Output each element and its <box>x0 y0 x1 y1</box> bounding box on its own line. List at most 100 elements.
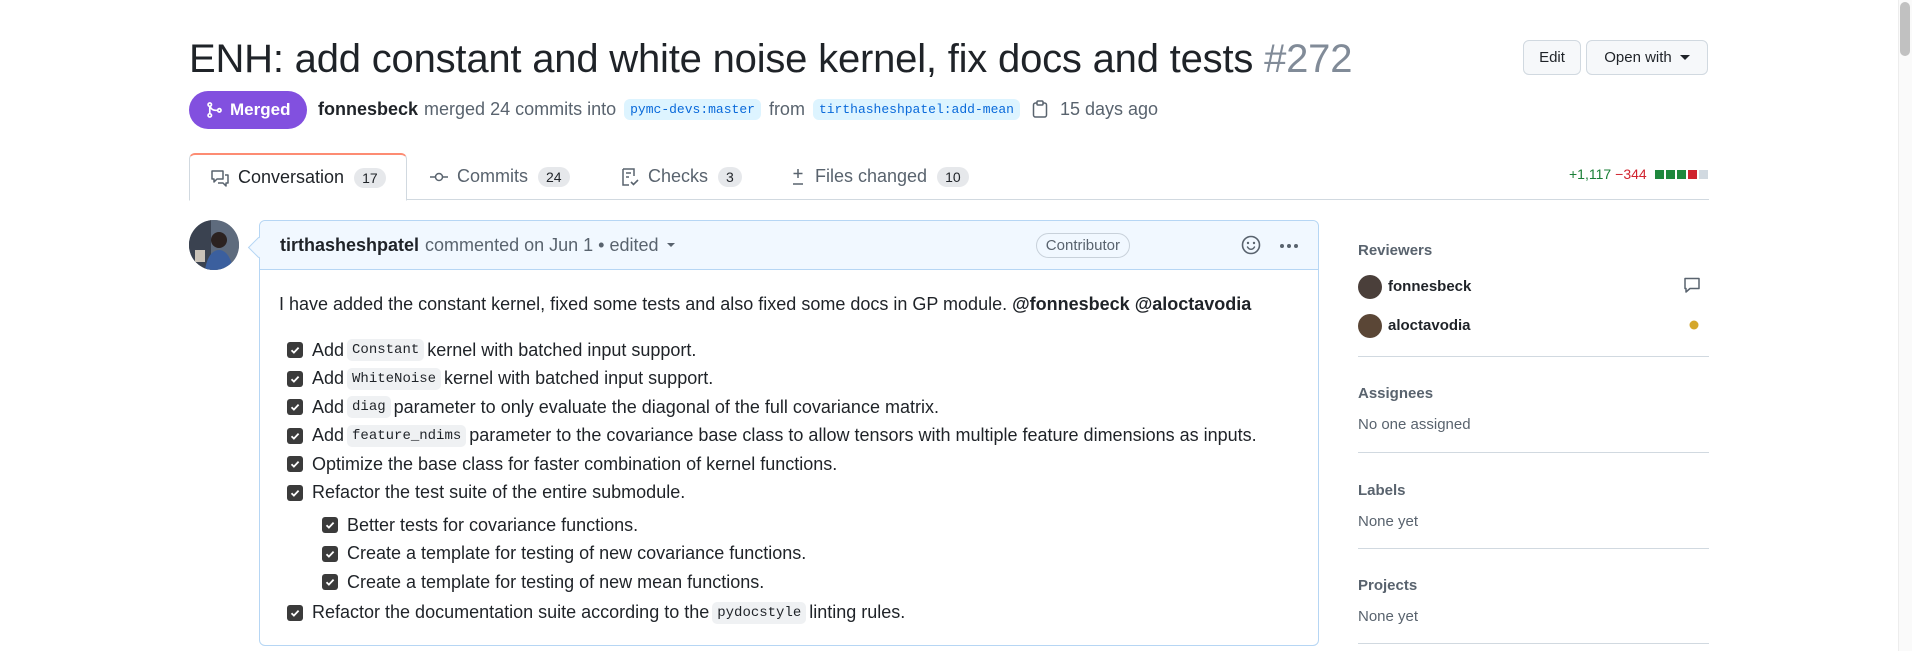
copy-icon[interactable] <box>1032 100 1048 118</box>
subtask-item: Create a template for testing of new cov… <box>279 540 1299 569</box>
comment-discussion-icon <box>211 169 229 187</box>
comment-author-link[interactable]: tirthasheshpatel <box>280 235 419 256</box>
tab-conversation[interactable]: Conversation 17 <box>189 153 407 201</box>
reviewers-section: Reviewers fonnesbeck aloctavodia <box>1358 230 1709 357</box>
diffstat-block <box>1676 169 1686 179</box>
scrollbar-thumb[interactable] <box>1900 2 1910 56</box>
mention-link[interactable]: @aloctavodia <box>1135 294 1252 314</box>
subtask-group: Better tests for covariance functions. C… <box>279 511 1299 597</box>
task-code: feature_ndims <box>347 424 467 447</box>
diffstat: +1,117 −344 <box>1569 166 1708 182</box>
comment-action[interactable]: commented on Jun 1 • edited <box>425 235 658 256</box>
checkbox-checked[interactable] <box>287 604 303 621</box>
checkbox-checked[interactable] <box>322 545 338 562</box>
checkbox-checked[interactable] <box>287 427 303 444</box>
task-list: Add Constant kernel with batched input s… <box>279 336 1299 627</box>
pr-meta: fonnesbeck merged 24 commits into pymc-d… <box>318 96 1158 122</box>
git-commit-icon <box>430 172 448 181</box>
merger-link[interactable]: fonnesbeck <box>318 99 418 120</box>
task-text: Refactor the test suite of the entire su… <box>312 482 686 503</box>
tab-files-changed[interactable]: Files changed 10 <box>789 153 969 200</box>
projects-heading[interactable]: Projects <box>1358 577 1709 594</box>
assignees-section: Assignees No one assigned <box>1358 357 1709 453</box>
checkbox-checked[interactable] <box>322 517 338 534</box>
kebab-horizontal-icon[interactable] <box>1278 235 1300 262</box>
checklist-icon <box>622 167 639 186</box>
task-code: diag <box>347 396 391 419</box>
tab-files-count: 10 <box>937 166 969 187</box>
file-diff-icon <box>793 168 803 185</box>
task-item: Add WhiteNoise kernel with batched input… <box>279 365 1299 394</box>
checkbox-checked[interactable] <box>322 574 338 591</box>
task-text: parameter to only evaluate the diagonal … <box>393 396 939 417</box>
reviewer-row[interactable]: fonnesbeck <box>1358 267 1709 306</box>
pr-tabs: Conversation 17 Commits 24 Checks 3 File… <box>189 153 1709 201</box>
smiley-icon[interactable] <box>1240 234 1262 261</box>
pr-number: #272 <box>1264 37 1353 81</box>
mention-link[interactable]: @fonnesbeck <box>1012 294 1130 314</box>
checkbox-checked[interactable] <box>287 484 303 501</box>
pr-description-comment: tirthasheshpatel commented on Jun 1 • ed… <box>259 220 1319 646</box>
comment-body: I have added the constant kernel, fixed … <box>260 270 1318 627</box>
task-text: Add <box>312 339 345 360</box>
merge-time: 15 days ago <box>1059 98 1159 119</box>
avatar <box>1358 274 1382 299</box>
checkbox-checked[interactable] <box>287 456 303 473</box>
tab-checks[interactable]: Checks 3 <box>620 153 742 200</box>
tab-conversation-label: Conversation <box>238 167 345 187</box>
projects-section: Projects None yet <box>1358 549 1709 644</box>
task-code: Constant <box>347 339 425 362</box>
checkbox-checked[interactable] <box>287 342 303 359</box>
edit-button[interactable]: Edit <box>1523 40 1581 75</box>
comment-author-avatar[interactable] <box>189 220 239 270</box>
subtask-item: Better tests for covariance functions. <box>279 511 1299 540</box>
task-text: Add <box>312 425 345 446</box>
comment-icon <box>1683 276 1701 298</box>
task-code: pydocstyle <box>712 601 807 624</box>
assignees-heading[interactable]: Assignees <box>1358 385 1709 402</box>
edit-button-label: Edit <box>1539 49 1565 66</box>
base-branch[interactable]: pymc-devs:master <box>624 98 761 120</box>
task-text: Optimize the base class for faster combi… <box>312 453 838 474</box>
tab-commits-count: 24 <box>538 166 570 187</box>
tab-commits[interactable]: Commits 24 <box>429 153 570 200</box>
comment-header: tirthasheshpatel commented on Jun 1 • ed… <box>260 221 1318 270</box>
checkbox-checked[interactable] <box>287 399 303 416</box>
reviewer-name: fonnesbeck <box>1388 278 1472 295</box>
subtask-text: Better tests for covariance functions. <box>347 514 639 535</box>
labels-section: Labels None yet <box>1358 453 1709 549</box>
tab-files-label: Files changed <box>815 166 928 186</box>
page-scrollbar[interactable] <box>1898 0 1912 651</box>
tab-conversation-count: 17 <box>354 167 386 188</box>
pending-review-dot-icon <box>1689 317 1699 334</box>
task-text: Add <box>312 368 345 389</box>
pr-title: ENH: add constant and white noise kernel… <box>189 33 1352 85</box>
task-item: Add feature_ndims parameter to the covar… <box>279 422 1299 451</box>
task-text: kernel with batched input support. <box>444 368 714 389</box>
task-item: Add Constant kernel with batched input s… <box>279 336 1299 365</box>
task-item: Add diag parameter to only evaluate the … <box>279 393 1299 422</box>
task-text: parameter to the covariance base class t… <box>469 425 1257 446</box>
diffstat-additions: +1,117 <box>1569 166 1612 182</box>
diffstat-block <box>1687 169 1697 179</box>
labels-heading[interactable]: Labels <box>1358 482 1709 499</box>
diffstat-block <box>1654 169 1664 179</box>
git-merge-icon <box>207 102 222 118</box>
edited-history-caret-icon[interactable] <box>666 243 675 247</box>
reviewer-row[interactable]: aloctavodia <box>1358 306 1709 345</box>
open-with-button[interactable]: Open with <box>1586 40 1708 75</box>
projects-value: None yet <box>1358 608 1419 625</box>
merged-state-badge: Merged <box>189 91 307 129</box>
pr-sidebar: Reviewers fonnesbeck aloctavodia Assigne… <box>1358 230 1709 644</box>
task-text: Add <box>312 396 345 417</box>
task-code: WhiteNoise <box>347 367 442 390</box>
task-item: Refactor the documentation suite accordi… <box>279 599 1299 628</box>
task-text: Refactor the documentation suite accordi… <box>312 602 710 623</box>
from-text: from <box>768 98 805 119</box>
head-branch[interactable]: tirthasheshpatel:add-mean <box>812 98 1020 120</box>
checkbox-checked[interactable] <box>287 370 303 387</box>
reviewers-heading[interactable]: Reviewers <box>1358 242 1709 259</box>
reviewer-name: aloctavodia <box>1388 317 1471 334</box>
assignees-value: No one assigned <box>1358 416 1471 433</box>
diffstat-block <box>1698 169 1708 179</box>
